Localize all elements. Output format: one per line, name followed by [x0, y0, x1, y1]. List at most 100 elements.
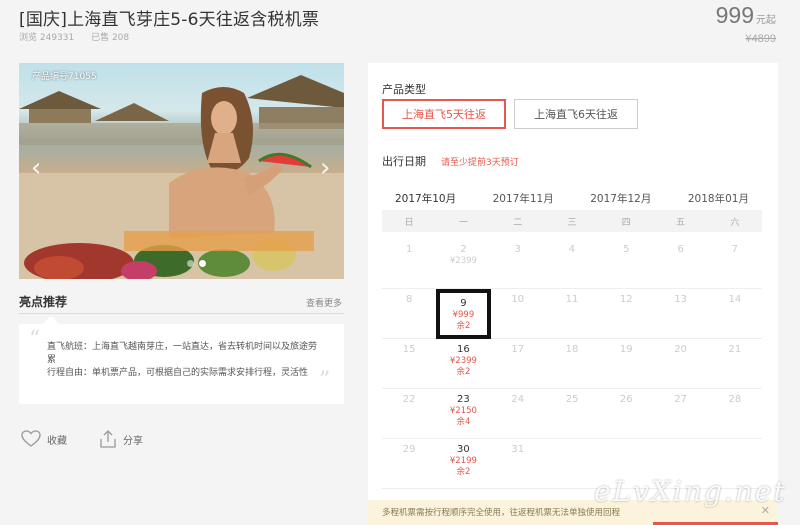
day-number: 21	[728, 344, 742, 355]
calendar-day: 20	[653, 339, 708, 389]
share-button[interactable]: 分享	[99, 430, 143, 448]
day-number: 22	[402, 394, 416, 405]
calendar-day-selected[interactable]: 9 ¥999 余2	[436, 289, 491, 339]
calendar-day: 3	[490, 239, 545, 289]
calendar-day: 7	[707, 239, 762, 289]
calendar-day	[544, 439, 600, 489]
calendar-day: 5	[599, 239, 654, 289]
day-number: 18	[565, 344, 579, 355]
weekday-header: 日 一 二 三 四 五 六	[382, 210, 762, 232]
day-price: ¥2199	[449, 456, 477, 466]
carousel-dot[interactable]	[187, 260, 194, 267]
notice-text: 多程机票需按行程顺序完全使用，往返程机票无法单独使用回程	[382, 508, 621, 518]
option-6-day[interactable]: 上海直飞6天往返	[514, 99, 638, 129]
seats-remaining: 余2	[456, 321, 471, 331]
day-price: ¥2399	[449, 356, 477, 366]
quote-close-icon: ”	[319, 368, 331, 393]
weekday-label: 四	[621, 217, 631, 228]
watermark-logo: eLvXing.net	[594, 475, 787, 508]
carousel-dots	[187, 260, 206, 267]
calendar-day: 15	[382, 339, 437, 389]
month-tab[interactable]: 2017年12月	[590, 191, 651, 208]
day-number: 20	[674, 344, 687, 355]
weekday-label: 六	[730, 217, 740, 228]
view-count: 浏览 249331	[19, 33, 75, 43]
day-number: 1	[405, 244, 413, 255]
highlights-title: 亮点推荐	[19, 295, 68, 309]
day-number: 24	[511, 394, 525, 405]
calendar-day: 17	[490, 339, 545, 389]
calendar-day: 1	[382, 239, 437, 289]
calendar-day: 29	[382, 439, 437, 489]
product-gallery: 产品编号71055 ‹ ›	[19, 63, 344, 279]
day-number: 14	[728, 294, 742, 305]
quote-open-icon: “	[29, 327, 41, 352]
month-tab[interactable]: 2018年01月	[688, 191, 749, 208]
highlight-line: 行程自由：单机票产品，可根据自己的实际需求安排行程，灵活性	[47, 368, 309, 378]
weekday-label: 二	[513, 217, 523, 228]
calendar-day: 14	[707, 289, 762, 339]
booking-advance-note: 请至少提前3天预订	[441, 158, 519, 168]
day-number: 29	[402, 444, 416, 455]
day-number: 15	[402, 344, 416, 355]
weekday-label: 三	[567, 217, 577, 228]
calendar-day: 10	[490, 289, 545, 339]
day-price: ¥999	[452, 310, 475, 320]
weekday-label: 五	[676, 217, 686, 228]
day-number: 13	[674, 294, 687, 305]
highlights-card: “ 直飞航班：上海直飞越南芽庄，一站直达，省去转机时间以及旅途劳累 行程自由：单…	[19, 316, 344, 404]
calendar-day: 4	[544, 239, 600, 289]
month-tab-active[interactable]: 2017年10月	[387, 191, 464, 214]
calendar-day: 26	[599, 389, 654, 439]
calendar-day: 21	[707, 339, 762, 389]
day-number: 17	[511, 344, 525, 355]
seats-remaining: 余2	[456, 467, 471, 477]
next-arrow-icon[interactable]: ›	[320, 155, 330, 181]
highlights-text: 直飞航班：上海直飞越南芽庄，一站直达，省去转机时间以及旅途劳累 行程自由：单机票…	[47, 341, 317, 380]
price-unit: 元起	[756, 15, 776, 26]
seats-remaining: 余2	[456, 367, 471, 377]
seats-remaining: 余4	[456, 417, 471, 427]
day-number: 3	[514, 244, 521, 255]
calendar-day: 12	[599, 289, 654, 339]
highlights-more-link[interactable]: 查看更多	[306, 296, 342, 309]
product-stats: 浏览 249331 已售 208	[19, 30, 143, 43]
day-price: ¥2399	[449, 256, 477, 266]
day-price: ¥2150	[449, 406, 477, 416]
calendar-day[interactable]: 16 ¥2399 余2	[436, 339, 491, 389]
calendar-grid: 1 2 ¥2399 3 4 5 6 7 8 9 ¥999 余2 10 11 12 13 14 15 16 ¥2399 余…	[382, 239, 762, 489]
calendar-day: 28	[707, 389, 762, 439]
favorite-button[interactable]: 收藏	[21, 430, 67, 448]
carousel-dot-active[interactable]	[199, 260, 206, 267]
day-number: 26	[619, 394, 633, 405]
calendar-day: 18	[544, 339, 600, 389]
day-number: 31	[511, 444, 525, 455]
action-bar: 收藏 分享	[21, 430, 175, 448]
day-number: 2	[460, 244, 467, 255]
day-number: 5	[623, 244, 630, 255]
day-number: 11	[565, 294, 579, 305]
divider	[19, 313, 344, 314]
highlight-line: 直飞航班：上海直飞越南芽庄，一站直达，省去转机时间以及旅途劳累	[47, 342, 318, 365]
month-tabs: 2017年10月 2017年11月 2017年12月 2018年01月	[382, 191, 762, 214]
calendar-day: 6	[653, 239, 708, 289]
calendar-day: 13	[653, 289, 708, 339]
travel-date-label: 出行日期	[382, 155, 426, 168]
month-tab[interactable]: 2017年11月	[493, 191, 554, 208]
day-number: 8	[405, 294, 413, 305]
weekday-label: 一	[458, 217, 468, 228]
calendar-day: 25	[544, 389, 600, 439]
beach-photo	[19, 75, 344, 279]
option-5-day[interactable]: 上海直飞5天往返	[382, 99, 506, 129]
share-icon	[100, 430, 116, 448]
weekday-label: 日	[404, 217, 414, 228]
day-number: 4	[568, 244, 576, 255]
day-number: 19	[619, 344, 633, 355]
calendar-day[interactable]: 30 ¥2199 余2	[436, 439, 491, 489]
original-price: ¥4899	[745, 33, 776, 45]
page-title: [国庆]上海直飞芽庄5-6天往返含税机票	[19, 10, 320, 30]
prev-arrow-icon[interactable]: ‹	[31, 155, 41, 181]
calendar-day[interactable]: 23 ¥2150 余4	[436, 389, 491, 439]
calendar-day: 11	[544, 289, 600, 339]
day-number: 28	[728, 394, 742, 405]
